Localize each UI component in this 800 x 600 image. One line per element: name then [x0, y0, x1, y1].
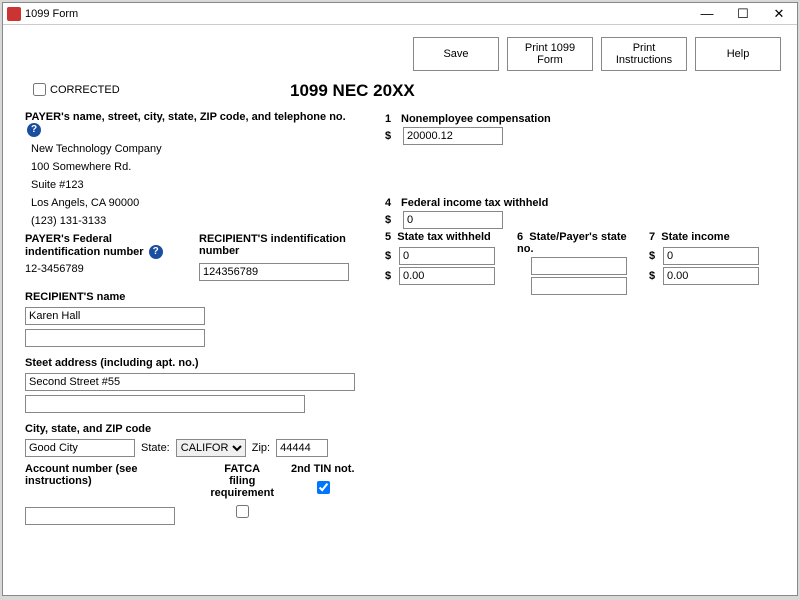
- window-title: 1099 Form: [25, 8, 689, 20]
- box1-input[interactable]: [403, 127, 503, 145]
- app-icon: [7, 7, 21, 21]
- dollar-icon: $: [385, 250, 399, 262]
- box7-input-b[interactable]: [663, 267, 759, 285]
- account-label: Account number (see instructions): [25, 463, 194, 487]
- tin-checkbox[interactable]: [317, 481, 330, 494]
- recipient-id-input[interactable]: [199, 263, 349, 281]
- help-button[interactable]: Help: [695, 37, 781, 71]
- print-instructions-button[interactable]: Print Instructions: [601, 37, 687, 71]
- recipient-id-label: RECIPIENT'S indentification number: [199, 233, 355, 259]
- right-column: 1 Nonemployee compensation $ 4 Federal inc…: [385, 111, 775, 525]
- box5-input-b[interactable]: [399, 267, 495, 285]
- zip-input[interactable]: [276, 439, 328, 457]
- payer-name: New Technology Company: [31, 143, 355, 155]
- box6-input-a[interactable]: [531, 257, 627, 275]
- help-icon[interactable]: ?: [27, 123, 41, 137]
- zip-label: Zip:: [252, 442, 270, 454]
- box1-label: Nonemployee compensation: [401, 113, 551, 125]
- state-select[interactable]: CALIFORNI...: [176, 439, 246, 457]
- street-input-2[interactable]: [25, 395, 305, 413]
- app-window: 1099 Form — ☐ ✕ Save Print 1099 Form Pri…: [2, 2, 798, 596]
- box5-input-a[interactable]: [399, 247, 495, 265]
- payer-block: New Technology Company 100 Somewhere Rd.…: [25, 143, 355, 227]
- corrected-checkbox[interactable]: [33, 83, 46, 96]
- recipient-name-input-2[interactable]: [25, 329, 205, 347]
- fatca-label: FATCA filing requirement: [210, 463, 275, 499]
- box5-label: State tax withheld: [397, 231, 491, 243]
- dollar-icon: $: [385, 214, 399, 226]
- dollar-icon: $: [649, 270, 663, 282]
- payer-phone: (123) 131-3133: [31, 215, 355, 227]
- box7-input-a[interactable]: [663, 247, 759, 265]
- corrected-checkbox-wrap[interactable]: CORRECTED: [33, 83, 120, 96]
- recipient-name-input[interactable]: [25, 307, 205, 325]
- maximize-button[interactable]: ☐: [725, 3, 761, 25]
- dollar-icon: $: [385, 270, 399, 282]
- box4-num: 4: [385, 197, 397, 209]
- city-input[interactable]: [25, 439, 135, 457]
- fatca-checkbox[interactable]: [236, 505, 249, 518]
- street-input-1[interactable]: [25, 373, 355, 391]
- corrected-label: CORRECTED: [50, 84, 120, 96]
- box6-label: State/Payer's state no.: [517, 231, 627, 255]
- toolbar: Save Print 1099 Form Print Instructions …: [3, 25, 797, 79]
- payer-street: 100 Somewhere Rd.: [31, 161, 355, 173]
- payer-fed-id-label: PAYER's Federal indentification number: [25, 233, 144, 258]
- titlebar: 1099 Form — ☐ ✕: [3, 3, 797, 25]
- save-button[interactable]: Save: [413, 37, 499, 71]
- account-input[interactable]: [25, 507, 175, 525]
- form-title: 1099 NEC 20XX: [290, 81, 415, 101]
- close-button[interactable]: ✕: [761, 3, 797, 25]
- help-icon[interactable]: ?: [149, 245, 163, 259]
- payer-suite: Suite #123: [31, 179, 355, 191]
- payer-header: PAYER's name, street, city, state, ZIP c…: [25, 111, 346, 123]
- payer-fed-id: 12-3456789: [25, 263, 181, 275]
- box6-num: 6: [517, 231, 529, 243]
- payer-csz: Los Angels, CA 90000: [31, 197, 355, 209]
- state-label: State:: [141, 442, 170, 454]
- box7-label: State income: [661, 231, 729, 243]
- csz-label: City, state, and ZIP code: [25, 423, 355, 435]
- box1-num: 1: [385, 113, 397, 125]
- dollar-icon: $: [649, 250, 663, 262]
- form-area: CORRECTED 1099 NEC 20XX PAYER's name, st…: [3, 79, 797, 525]
- recipient-name-label: RECIPIENT'S name: [25, 291, 355, 303]
- box4-input[interactable]: [403, 211, 503, 229]
- dollar-icon: $: [385, 130, 399, 142]
- minimize-button[interactable]: —: [689, 3, 725, 25]
- left-column: PAYER's name, street, city, state, ZIP c…: [25, 111, 355, 525]
- street-label: Steet address (including apt. no.): [25, 357, 355, 369]
- box5-num: 5: [385, 231, 397, 243]
- box4-label: Federal income tax withheld: [401, 197, 548, 209]
- box6-input-b[interactable]: [531, 277, 627, 295]
- box7-num: 7: [649, 231, 661, 243]
- print-form-button[interactable]: Print 1099 Form: [507, 37, 593, 71]
- tin-label: 2nd TIN not.: [290, 463, 355, 475]
